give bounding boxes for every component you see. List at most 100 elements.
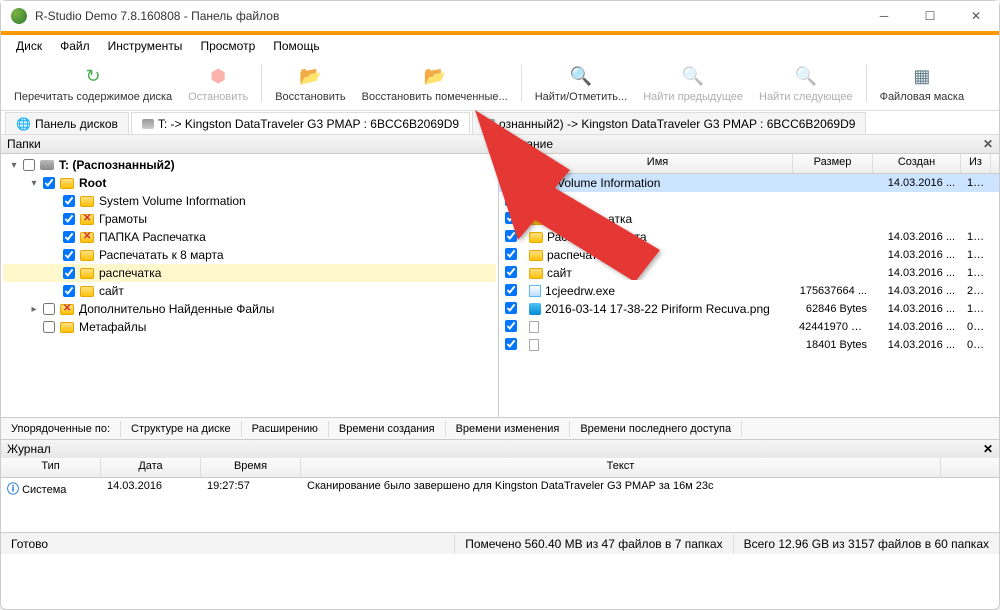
status-total: Всего 12.96 GB из 3157 файлов в 60 папка… [733,535,999,553]
column-header[interactable]: Из [961,154,991,173]
grid-row[interactable]: n Volume Information14.03.2016 ...14.0 [499,174,999,192]
grid-body[interactable]: n Volume Information14.03.2016 ...14.0Гр… [499,174,999,417]
checkbox[interactable] [505,284,517,296]
folder-icon [60,178,74,189]
menu-файл[interactable]: Файл [51,37,99,55]
file-name: 1cjeedrw.exe [545,284,615,298]
journal-column[interactable]: Время [201,458,301,477]
menu-инструменты[interactable]: Инструменты [99,37,192,55]
file-size: 62846 Bytes [793,303,873,315]
grid-row[interactable]: ПАПКА Ра атка [499,210,999,228]
tree-row[interactable]: ▸Дополнительно Найденные Файлы [3,300,496,318]
checkbox[interactable] [505,194,517,206]
tree-label: Грамоты [99,212,147,226]
folders-panel-title: Папки [7,137,41,151]
tree-row[interactable]: Грамоты [3,210,496,228]
checkbox[interactable] [505,266,517,278]
folder-icon [80,196,94,207]
checkbox[interactable] [63,195,75,207]
grid-row[interactable]: Грам [499,192,999,210]
tab[interactable]: 🌐Панель дисков [5,112,129,134]
journal-column[interactable]: Дата [101,458,201,477]
sort-option[interactable]: Структуре на диске [121,421,242,437]
column-header[interactable]: Имя [523,154,793,173]
grid-row[interactable]: 2016-03-14 17-38-22 Piriform Recuva.png6… [499,300,999,318]
sort-option[interactable]: Расширению [242,421,329,437]
checkbox[interactable] [43,303,55,315]
checkbox[interactable] [23,159,35,171]
column-header[interactable]: Создан [873,154,961,173]
checkbox[interactable] [63,285,75,297]
checkbox[interactable] [63,267,75,279]
tree-row[interactable]: Метафайлы [3,318,496,336]
checkbox[interactable] [505,176,517,188]
toolbar-button[interactable]: 📂Восстановить [268,59,352,108]
sort-option[interactable]: Времени последнего доступа [570,421,742,437]
grid-row[interactable]: Распечатать к рта14.03.2016 ...14.0 [499,228,999,246]
panel-close-icon[interactable]: ✕ [983,137,993,151]
file-modified: 14.0 [961,231,991,243]
file-modified: 28.1 [961,285,991,297]
folder-deleted-icon [529,214,543,225]
tree-row[interactable]: ПАПКА Распечатка [3,228,496,246]
column-header[interactable] [499,154,523,173]
sort-option[interactable]: Времени изменения [446,421,571,437]
toolbar-icon: 📂 [423,65,447,89]
checkbox[interactable] [505,302,517,314]
tree-row[interactable]: ▾Root [3,174,496,192]
grid-row[interactable]: сайт14.03.2016 ...14.0 [499,264,999,282]
tree-row[interactable]: сайт [3,282,496,300]
toolbar-button: 🔍Найти предыдущее [636,59,750,108]
checkbox[interactable] [505,338,517,350]
grid-row[interactable]: 18401 Bytes14.03.2016 ...04.0 [499,336,999,354]
close-button[interactable]: ✕ [953,1,999,31]
toolbar-button[interactable]: ▦Файловая маска [873,59,972,108]
journal-column[interactable]: Текст [301,458,941,477]
column-header[interactable]: Размер [793,154,873,173]
minimize-button[interactable]: ─ [861,1,907,31]
journal-grid-header[interactable]: ТипДатаВремяТекст [1,458,999,478]
checkbox[interactable] [505,320,517,332]
journal-body[interactable]: ⓘ Система14.03.201619:27:57Сканирование … [1,478,999,532]
checkbox[interactable] [43,321,55,333]
grid-row[interactable]: распечатка14.03.2016 ...14.0 [499,246,999,264]
status-ready: Готово [1,535,58,553]
grid-row[interactable]: 42441970 B...14.03.2016 ...07.0 [499,318,999,336]
toolbar-button: 🔍Найти следующее [752,59,860,108]
file-name: ПАПКА Ра атка [547,212,632,226]
toolbar-label: Перечитать содержимое диска [14,91,172,103]
maximize-button[interactable]: ☐ [907,1,953,31]
checkbox[interactable] [505,248,517,260]
tree-twisty[interactable]: ▸ [29,304,39,315]
toolbar-button[interactable]: 🔍Найти/Отметить... [528,59,634,108]
checkbox[interactable] [505,212,517,224]
tree-twisty[interactable]: ▾ [9,160,19,171]
tree-row[interactable]: Распечатать к 8 марта [3,246,496,264]
checkbox[interactable] [505,230,517,242]
grid-row[interactable]: 1cjeedrw.exe175637664 ...14.03.2016 ...2… [499,282,999,300]
journal-close-icon[interactable]: ✕ [983,442,993,456]
tab[interactable]: T: -> Kingston DataTraveler G3 PMAP : 6B… [131,112,470,134]
toolbar-button[interactable]: 📂Восстановить помеченные... [355,59,515,108]
checkbox[interactable] [43,177,55,189]
journal-row[interactable]: ⓘ Система14.03.201619:27:57Сканирование … [1,478,999,499]
tree-twisty[interactable]: ▾ [29,178,39,189]
tree-row[interactable]: ▾T: (Распознанный2) [3,156,496,174]
menu-просмотр[interactable]: Просмотр [191,37,264,55]
image-icon [529,303,541,315]
checkbox[interactable] [63,231,75,243]
file-size: 42441970 B... [793,321,873,333]
tab[interactable]: ознанный2) -> Kingston DataTraveler G3 P… [472,112,866,134]
tree-row[interactable]: распечатка [3,264,496,282]
folder-tree[interactable]: ▾T: (Распознанный2)▾RootSystem Volume In… [1,154,498,417]
checkbox[interactable] [63,249,75,261]
tree-row[interactable]: System Volume Information [3,192,496,210]
file-icon [529,339,539,351]
sort-option[interactable]: Времени создания [329,421,446,437]
checkbox[interactable] [63,213,75,225]
menu-помощь[interactable]: Помощь [264,37,328,55]
menu-диск[interactable]: Диск [7,37,51,55]
journal-column[interactable]: Тип [1,458,101,477]
grid-header[interactable]: ИмяРазмерСозданИз [499,154,999,174]
toolbar-button[interactable]: ↻Перечитать содержимое диска [7,59,179,108]
